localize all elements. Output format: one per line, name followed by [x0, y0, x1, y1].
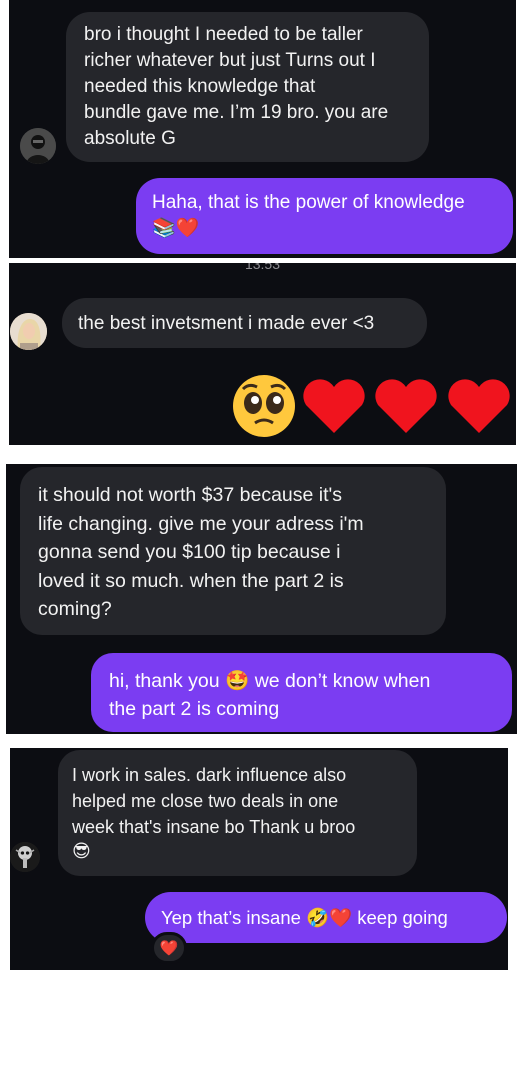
chat-screenshot-4: I work in sales. dark influence also hel…: [10, 748, 508, 970]
dark-hooded-avatar-icon: [20, 128, 56, 164]
books-heart-emojis: 📚❤️: [152, 217, 200, 239]
star-struck-emoji: 🤩: [225, 669, 250, 692]
message-text: I work in sales. dark influence also hel…: [72, 765, 356, 837]
skull-tree-avatar-icon: [10, 842, 40, 872]
message-text-start: Yep that’s insane: [161, 907, 301, 928]
message-text: Haha, that is the power of knowledge: [152, 192, 465, 213]
sunglasses-emoji: 😎: [72, 841, 91, 862]
received-message-4[interactable]: I work in sales. dark influence also hel…: [58, 750, 417, 876]
message-text-start: hi, thank you: [109, 670, 220, 692]
message-text: bro i thought I needed to be taller rich…: [84, 24, 389, 149]
timestamp: 13:53: [244, 263, 281, 272]
heart-icon: ❤️: [159, 939, 179, 957]
user-avatar-2[interactable]: [10, 313, 47, 350]
sent-message-1[interactable]: Haha, that is the power of knowledge 📚❤️: [136, 178, 513, 254]
message-text-end: keep going: [357, 907, 448, 928]
user-avatar-4[interactable]: [10, 842, 40, 872]
message-text: hi, thank you 🤩 we don’t know when the p…: [109, 667, 494, 723]
chat-screenshot-2: 13:53 the best invetsment i made ever <3: [9, 263, 516, 445]
laughing-heart-emojis: 🤣❤️: [306, 908, 353, 929]
reaction-emojis: [231, 373, 516, 439]
pleading-face-and-hearts-icon: [233, 375, 510, 437]
user-avatar-1[interactable]: [20, 128, 56, 164]
received-message-3[interactable]: it should not worth $37 because it's lif…: [20, 467, 446, 635]
received-message-1[interactable]: bro i thought I needed to be taller rich…: [66, 12, 429, 162]
heart-reaction-badge[interactable]: ❤️: [151, 932, 187, 964]
message-text: it should not worth $37 because it's lif…: [38, 484, 364, 620]
sent-message-3[interactable]: hi, thank you 🤩 we don’t know when the p…: [91, 653, 512, 732]
received-message-2[interactable]: the best invetsment i made ever <3: [62, 298, 427, 348]
message-text: the best invetsment i made ever <3: [78, 313, 375, 334]
message-text: Yep that’s insane 🤣❤️ keep going: [161, 905, 491, 931]
blonde-avatar-icon: [10, 313, 47, 350]
chat-screenshot-1: bro i thought I needed to be taller rich…: [9, 0, 516, 258]
chat-screenshot-3: it should not worth $37 because it's lif…: [6, 464, 517, 734]
sent-message-4[interactable]: Yep that’s insane 🤣❤️ keep going: [145, 892, 507, 943]
